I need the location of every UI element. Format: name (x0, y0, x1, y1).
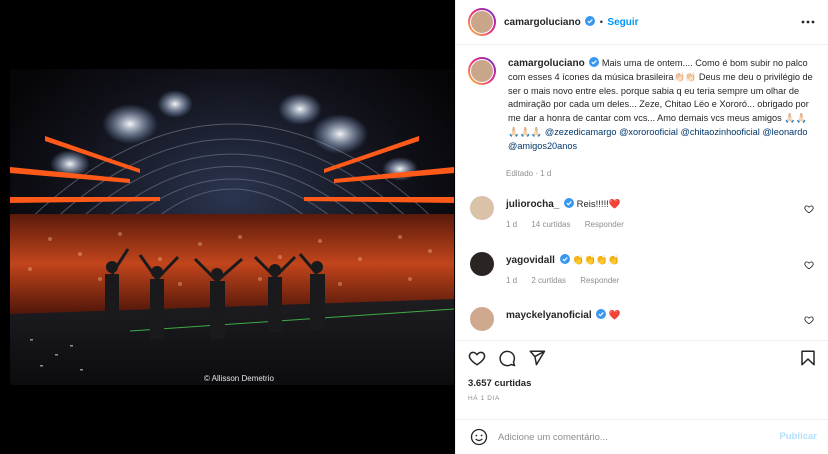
bookmark-icon[interactable] (799, 349, 817, 367)
comment-text: yagovidall 👏👏👏👏 (506, 254, 620, 266)
comment-likes[interactable]: 14 curtidas (531, 220, 570, 229)
commenter-avatar[interactable] (470, 307, 494, 331)
heart-icon[interactable] (804, 315, 814, 325)
caption-text-block: camargoluciano Mais uma de ontem.... Com… (508, 57, 818, 154)
comment-text: mayckelyanoficial ❤️ (506, 309, 621, 321)
heart-icon[interactable] (804, 204, 814, 214)
caption-username[interactable]: camargoluciano (508, 58, 585, 69)
author-avatar[interactable] (468, 8, 496, 36)
caption-avatar[interactable] (468, 57, 496, 85)
mention-link[interactable]: @zezedicamargo (545, 127, 617, 137)
verified-badge-icon (596, 309, 607, 319)
verified-badge-icon (559, 254, 570, 264)
verified-badge-icon (589, 57, 600, 67)
mention-link[interactable]: @leonardo (762, 127, 807, 137)
post-media[interactable]: © Allisson Demetrio (0, 0, 455, 454)
commenter-username[interactable]: yagovidall (506, 255, 555, 266)
comment-icon[interactable] (498, 349, 516, 367)
share-icon[interactable] (528, 349, 546, 367)
emoji-icon[interactable] (470, 428, 488, 446)
comment-item: juliorocha_ Reis!!!!!❤️ 1 d 14 curtidas … (470, 196, 820, 236)
verified-badge-icon (585, 16, 596, 26)
mention-link[interactable]: @amigos20anos (508, 141, 577, 151)
mention-link[interactable]: @xororooficial (619, 127, 678, 137)
comment-text: juliorocha_ Reis!!!!!❤️ (506, 198, 621, 210)
post-actions: 3.657 curtidas HÁ 1 DIA (456, 340, 828, 402)
commenter-username[interactable]: mayckelyanoficial (506, 310, 592, 321)
commenter-avatar[interactable] (470, 252, 494, 276)
reply-button[interactable]: Responder (580, 276, 619, 285)
edited-timestamp: Editado · 1 d (506, 169, 552, 178)
comment-meta: 1 d 14 curtidas Responder (506, 220, 636, 229)
commenter-username[interactable]: juliorocha_ (506, 199, 559, 210)
separator-dot: • (599, 17, 603, 27)
verified-badge-icon (564, 198, 574, 208)
post-details-panel: camargoluciano • Seguir camargoluciano M… (455, 0, 828, 454)
more-options-icon[interactable] (801, 16, 815, 28)
author-username[interactable]: camargoluciano (504, 17, 581, 28)
comment-meta: 1 d 2 curtidas Responder (506, 276, 631, 285)
mention-link[interactable]: @chitaozinhooficial (681, 127, 760, 137)
photo-credit: © Allisson Demetrio (204, 374, 274, 383)
comment-likes[interactable]: 2 curtidas (531, 276, 566, 285)
heart-icon[interactable] (468, 349, 486, 367)
commenter-avatar[interactable] (470, 196, 494, 220)
heart-icon[interactable] (804, 260, 814, 270)
comment-item: yagovidall 👏👏👏👏 1 d 2 curtidas Responder (470, 252, 820, 292)
follow-button[interactable]: Seguir (607, 17, 638, 28)
concert-photo-illustration (10, 69, 454, 385)
comment-body: 👏👏👏👏 (572, 255, 620, 266)
publish-button[interactable]: Publicar (780, 431, 818, 442)
caption-body: Mais uma de ontem.... Como é bom subir n… (508, 58, 813, 137)
comment-time: 1 d (506, 220, 518, 229)
comment-input[interactable] (498, 428, 768, 446)
post-timestamp: HÁ 1 DIA (468, 395, 500, 402)
reply-button[interactable]: Responder (585, 220, 624, 229)
concert-photo[interactable] (10, 69, 454, 385)
likes-count[interactable]: 3.657 curtidas (468, 378, 531, 389)
comment-body: Reis!!!!!❤️ (576, 199, 621, 210)
comment-composer: Publicar (456, 419, 828, 454)
post-header: camargoluciano • Seguir (456, 0, 828, 45)
comment-time: 1 d (506, 276, 518, 285)
comment-body: ❤️ (608, 310, 621, 321)
